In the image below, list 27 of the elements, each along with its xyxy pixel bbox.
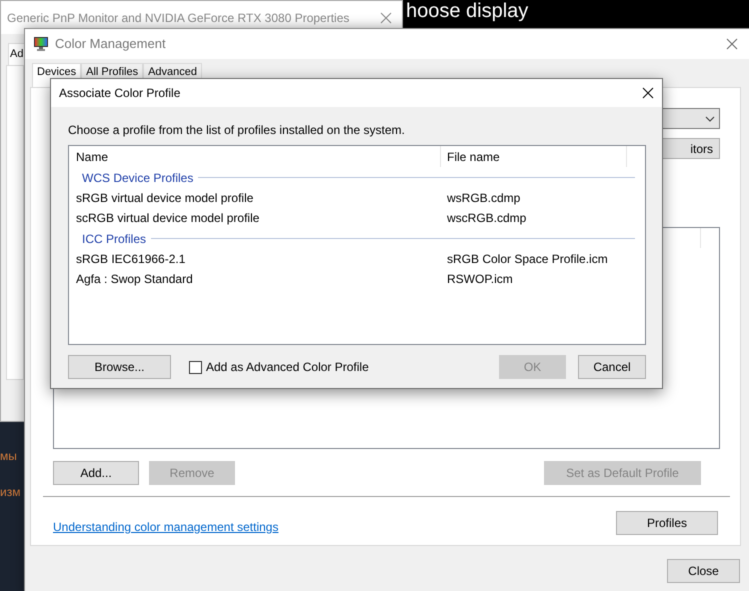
profile-row[interactable]: sRGB IEC61966-2.1 sRGB Color Space Profile.icm: [69, 249, 645, 269]
help-link[interactable]: Understanding color management settings: [53, 518, 278, 536]
side-text: изм: [0, 484, 22, 500]
group-header[interactable]: WCS Device Profiles: [82, 168, 194, 186]
tab[interactable]: Ad: [8, 43, 26, 65]
side-text: мы: [0, 448, 18, 464]
monitor-icon: [33, 36, 49, 52]
group-header[interactable]: ICC Profiles: [82, 230, 146, 248]
cancel-button[interactable]: Cancel: [578, 355, 646, 379]
dialog-title: Associate Color Profile: [59, 85, 180, 102]
column-header[interactable]: File name: [441, 146, 627, 167]
advanced-checkbox[interactable]: Add as Advanced Color Profile: [189, 358, 369, 376]
add-button[interactable]: Add...: [53, 461, 139, 485]
instruction-text: Choose a profile from the list of profiles installed on the system.: [68, 123, 406, 137]
close-icon[interactable]: [642, 87, 654, 99]
window-title: Generic PnP Monitor and NVIDIA GeForce RTX 3080 Properties: [7, 10, 350, 26]
browse-button[interactable]: Browse...: [68, 355, 171, 379]
column-header[interactable]: Name: [69, 146, 441, 167]
profiles-button[interactable]: Profiles: [616, 511, 718, 535]
chevron-down-icon: [705, 116, 715, 122]
close-button[interactable]: Close: [667, 559, 740, 583]
profile-row[interactable]: Agfa : Swop Standard RSWOP.icm: [69, 269, 645, 289]
profile-row[interactable]: sRGB virtual device model profile wsRGB.cdmp: [69, 188, 645, 208]
checkbox[interactable]: [189, 360, 202, 374]
desktop-heading: hoose display: [406, 0, 528, 22]
window-title: Color Management: [55, 35, 166, 54]
profile-row[interactable]: scRGB virtual device model profile wscRGB.cdmp: [69, 208, 645, 228]
